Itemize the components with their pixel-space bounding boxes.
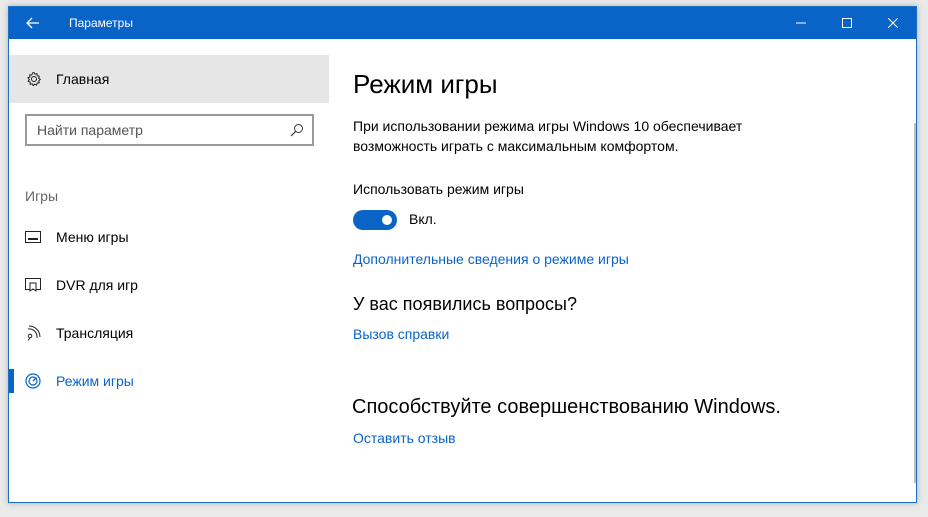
close-icon	[888, 18, 898, 28]
sidebar-item-label: Трансляция	[56, 325, 134, 341]
maximize-button[interactable]	[824, 7, 870, 39]
toggle-state-text: Вкл.	[409, 211, 437, 227]
main-content: Режим игры При использовании режима игры…	[329, 39, 916, 502]
maximize-icon	[842, 18, 852, 28]
sidebar-item-broadcast[interactable]: Трансляция	[9, 313, 329, 353]
broadcast-icon	[27, 325, 41, 341]
section-title-games: Игры	[25, 188, 59, 204]
sidebar-item-game-mode[interactable]: Режим игры	[9, 361, 329, 401]
page-title: Режим игры	[353, 69, 498, 99]
get-help-link[interactable]: Вызов справки	[353, 326, 449, 342]
settings-window: Параметры Главная Найти параметр Игры Ме…	[8, 6, 917, 503]
sidebar-item-label: Меню игры	[56, 229, 129, 245]
feedback-link[interactable]: Оставить отзыв	[353, 430, 456, 446]
search-icon[interactable]	[290, 123, 304, 137]
sidebar: Главная Игры Меню игры DVR для игр	[9, 39, 329, 502]
sidebar-item-label: Режим игры	[56, 373, 134, 389]
title-bar: Параметры	[9, 7, 916, 39]
sidebar-home-label: Главная	[56, 71, 110, 87]
toggle-knob	[382, 215, 392, 225]
sidebar-item-game-bar[interactable]: Меню игры	[9, 217, 329, 257]
scrollbar[interactable]	[914, 123, 916, 483]
gear-icon	[27, 71, 42, 87]
arrow-left-icon	[26, 17, 39, 29]
search-input[interactable]	[27, 116, 312, 144]
close-button[interactable]	[870, 7, 916, 39]
sidebar-item-label: DVR для игр	[56, 277, 138, 293]
game-mode-toggle[interactable]	[353, 210, 397, 230]
more-info-link[interactable]: Дополнительные сведения о режиме игры	[353, 251, 629, 267]
feedback-heading: Способствуйте совершенствованию Windows.	[352, 396, 781, 418]
page-description: При использовании режима игры Windows 10…	[353, 118, 743, 154]
active-indicator	[9, 369, 14, 393]
sidebar-item-game-dvr[interactable]: DVR для игр	[9, 265, 329, 305]
search-box[interactable]	[25, 114, 314, 146]
game-mode-toggle-label: Использовать режим игры	[353, 181, 524, 197]
game-dvr-icon	[25, 278, 41, 292]
window-title: Параметры	[69, 16, 133, 30]
minimize-icon	[796, 22, 806, 24]
sidebar-home[interactable]: Главная	[9, 55, 329, 103]
game-bar-icon	[25, 231, 41, 243]
minimize-button[interactable]	[778, 7, 824, 39]
questions-heading: У вас появились вопросы?	[353, 294, 577, 314]
back-button[interactable]	[9, 7, 57, 39]
game-mode-icon	[25, 373, 41, 389]
